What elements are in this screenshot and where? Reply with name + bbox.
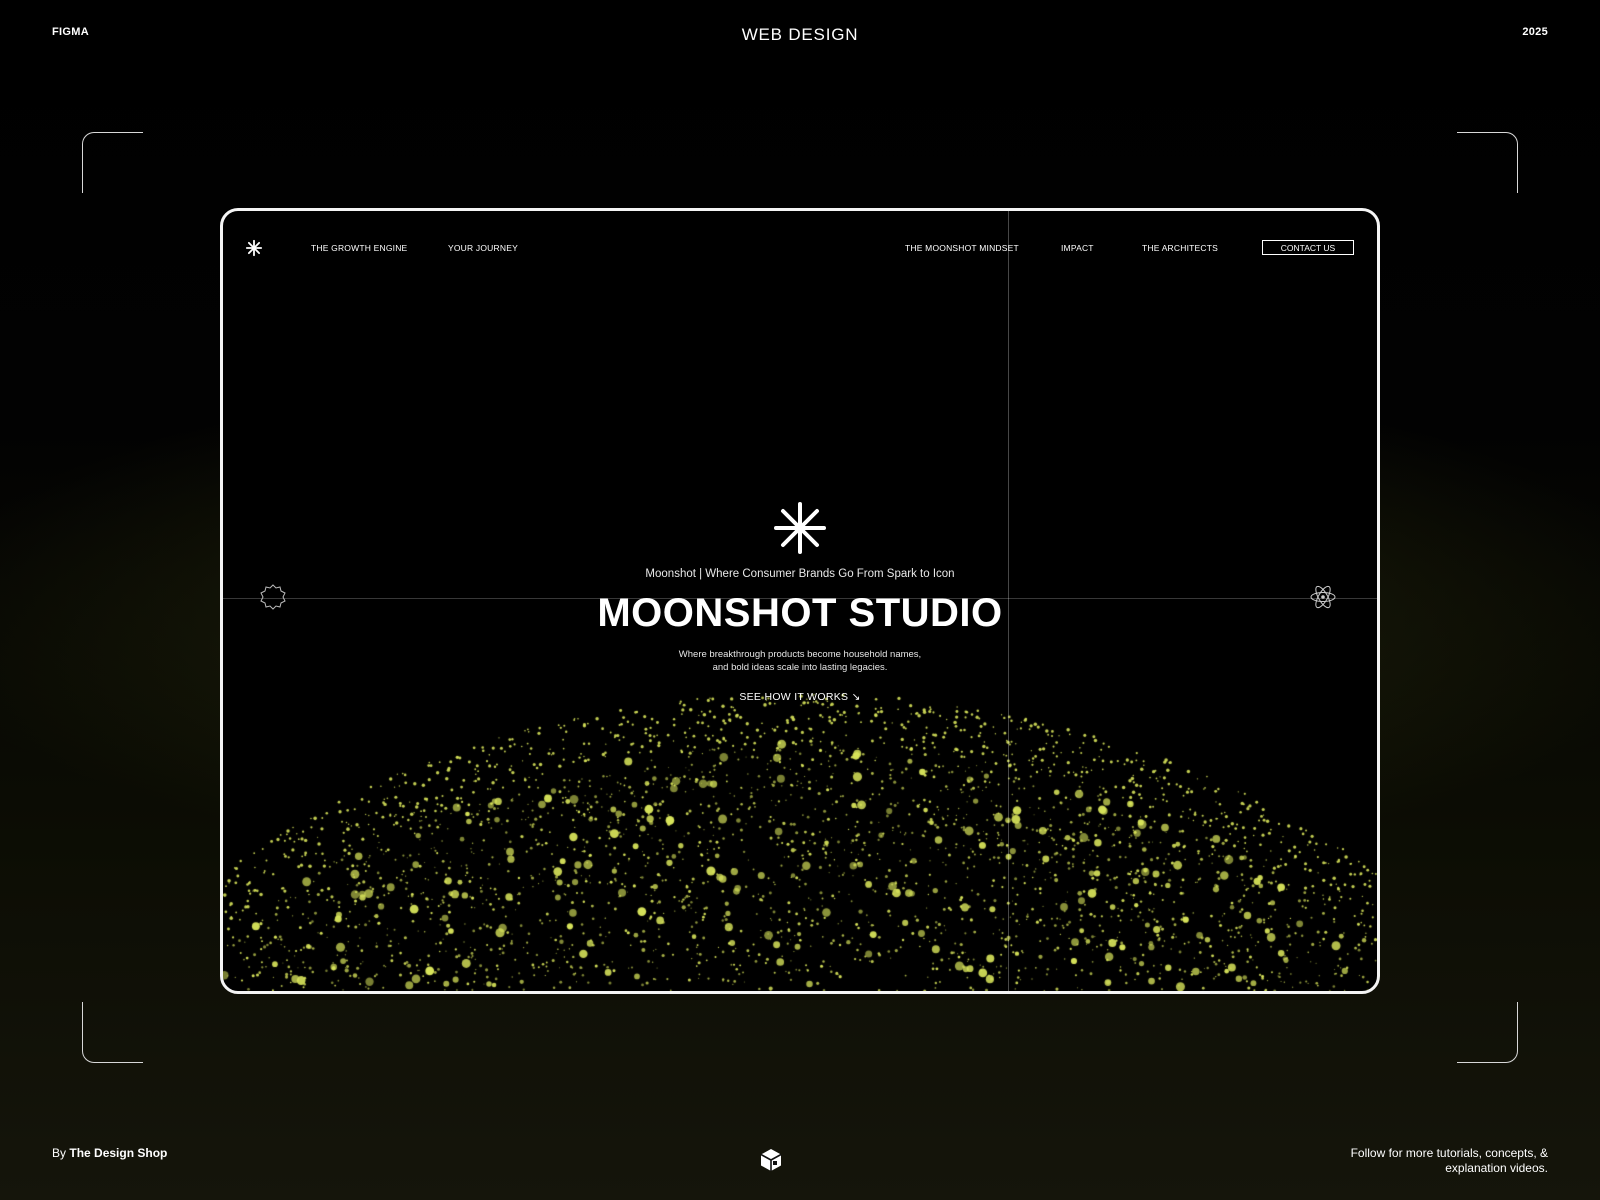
website-mockup-frame: THE GROWTH ENGINE YOUR JOURNEY THE MOONS… [220,208,1380,994]
hero-description: Where breakthrough products become house… [223,648,1377,674]
corner-bracket-bottom-left [82,1002,143,1063]
nav-moonshot-mindset[interactable]: THE MOONSHOT MINDSET [905,243,1019,253]
atom-icon [1310,585,1336,609]
author-name: The Design Shop [69,1146,168,1160]
follow-line-2: explanation videos. [1445,1161,1548,1175]
follow-line-1: Follow for more tutorials, concepts, & [1350,1146,1548,1160]
nav-impact[interactable]: IMPACT [1061,243,1094,253]
asterisk-logo-icon[interactable] [245,239,263,257]
corner-bracket-top-left [82,132,143,193]
contact-us-button[interactable]: CONTACT US [1262,240,1354,255]
nav-growth-engine[interactable]: THE GROWTH ENGINE [311,243,407,253]
author-prefix: By [52,1146,67,1160]
hero-title: MOONSHOT STUDIO [597,591,1003,635]
hero-tagline: Moonshot | Where Consumer Brands Go From… [645,568,955,580]
see-how-it-works-link[interactable]: SEE HOW IT WORKS ↘ [223,691,1377,703]
project-category-title: WEB DESIGN [741,25,859,44]
nav-your-journey[interactable]: YOUR JOURNEY [448,243,518,253]
follow-cta-text: Follow for more tutorials, concepts, & e… [1351,1146,1548,1176]
corner-bracket-top-right [1457,132,1518,193]
cube-logo-icon [760,1149,782,1171]
site-navbar: THE GROWTH ENGINE YOUR JOURNEY THE MOONS… [223,211,1377,271]
hero-asterisk-icon [774,502,826,554]
corner-bracket-bottom-right [1457,1002,1518,1063]
author-credit: By The Design Shop [52,1146,167,1160]
year-label: 2025 [1522,26,1548,38]
hero-description-line-2: and bold ideas scale into lasting legaci… [712,662,888,673]
arrow-down-right-icon: ↘ [851,691,861,703]
nav-architects[interactable]: THE ARCHITECTS [1142,243,1218,253]
badge-outline-icon [260,584,286,610]
cta-label: SEE HOW IT WORKS [739,691,849,703]
hero-description-line-1: Where breakthrough products become house… [678,649,922,660]
